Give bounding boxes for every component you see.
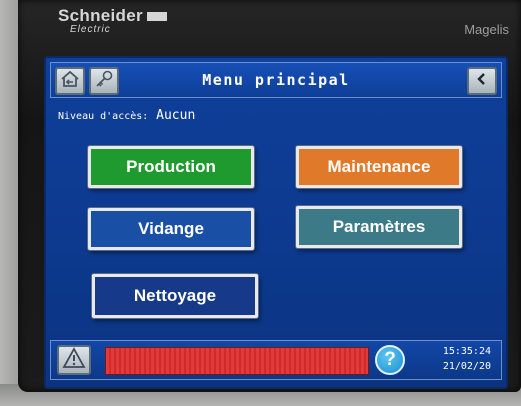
alarm-banner[interactable]: [105, 347, 369, 375]
clock-date: 21/02/20: [442, 361, 491, 372]
vidange-button[interactable]: Vidange: [88, 208, 254, 250]
title-bar: Menu principal: [50, 62, 502, 98]
access-level: Niveau d'accès: Aucun: [58, 108, 195, 123]
model-label: Magelis: [464, 22, 509, 37]
alarm-button[interactable]: [57, 345, 91, 375]
hmi-screen: Menu principal Niveau d'accès: Aucun Pro…: [44, 56, 508, 389]
maintenance-button[interactable]: Maintenance: [296, 146, 462, 188]
clock: 15:35:24 21/02/20: [443, 344, 491, 374]
brand-logo: Schneider Electric: [58, 6, 167, 35]
help-button[interactable]: ?: [375, 345, 405, 375]
production-button[interactable]: Production: [88, 146, 254, 188]
access-level-value: Aucun: [156, 108, 196, 123]
back-button[interactable]: [467, 67, 497, 95]
nettoyage-button[interactable]: Nettoyage: [92, 274, 258, 318]
access-level-label: Niveau d'accès:: [58, 111, 149, 122]
brand-mark: [146, 11, 167, 21]
status-bar: ? 15:35:24 21/02/20: [50, 340, 502, 380]
parametres-button[interactable]: Paramètres: [296, 206, 462, 248]
chevron-left-icon: [475, 71, 489, 92]
warning-icon: [62, 346, 86, 374]
clock-time: 15:35:24: [442, 346, 491, 357]
question-icon: ?: [384, 349, 396, 370]
brand-name: Schneider: [58, 6, 143, 25]
page-title: Menu principal: [202, 71, 350, 89]
